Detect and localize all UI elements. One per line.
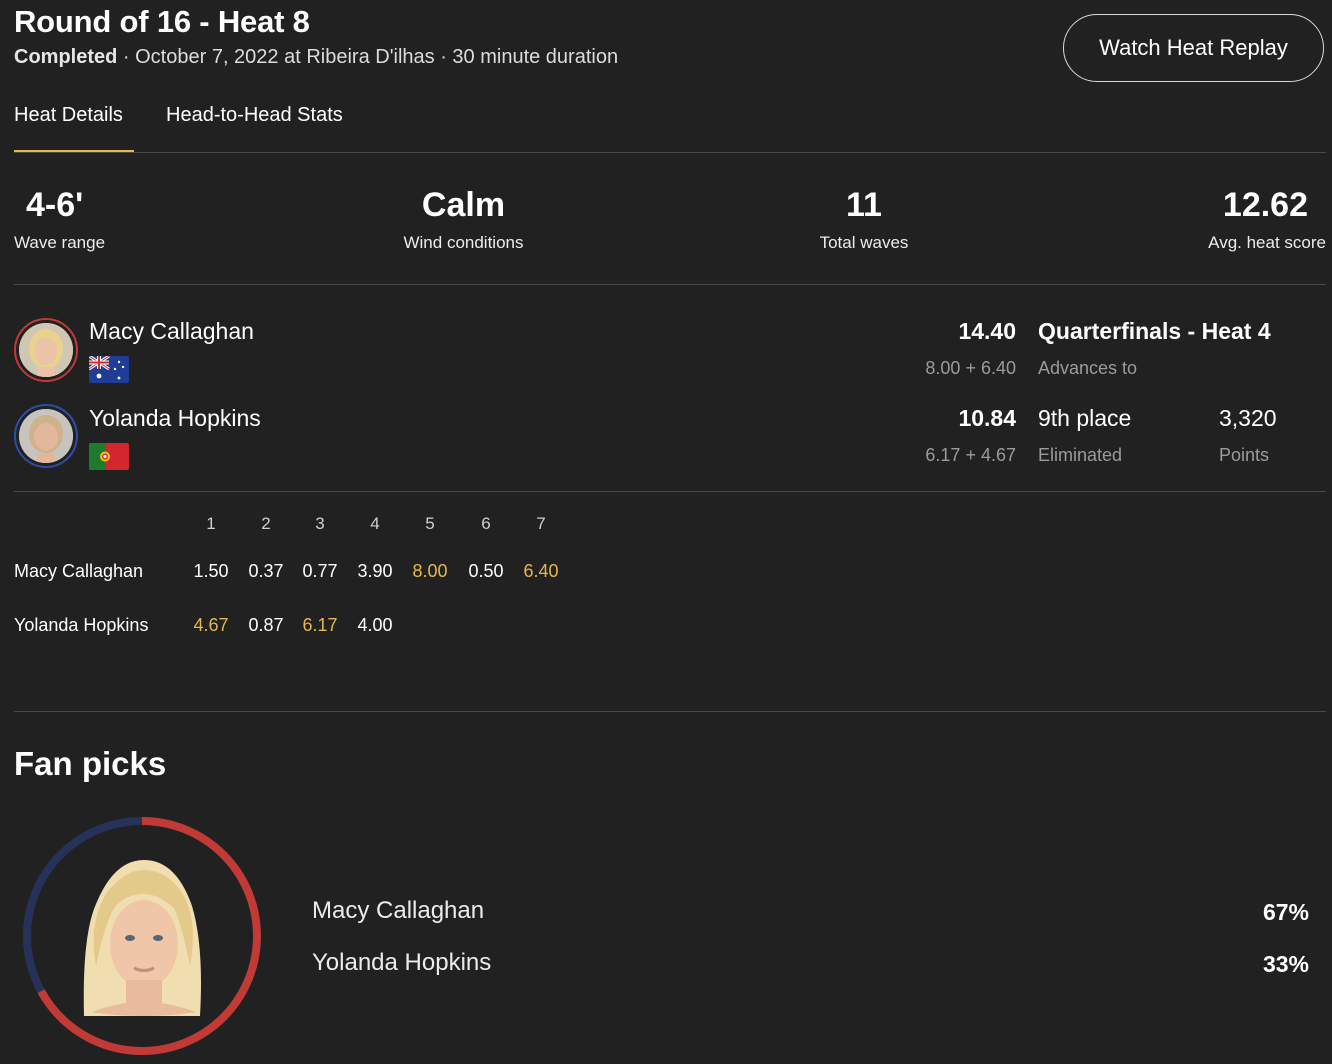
heat-status: Completed [14, 46, 118, 68]
wave-score[interactable]: 6.17 [292, 615, 348, 636]
wave-header: 5 [425, 514, 435, 533]
tab-head-to-head-stats[interactable]: Head-to-Head Stats [166, 104, 343, 127]
athlete-total-macy: 14.40 [958, 318, 1016, 344]
wave-range-value: 4-6' [26, 186, 84, 224]
wave-header: 6 [481, 514, 491, 533]
wave-header: 2 [261, 514, 271, 533]
athlete-result-macy: Quarterfinals - Heat 4 [1038, 318, 1271, 344]
wave-header: 7 [536, 514, 546, 533]
wave-score[interactable]: 1.50 [183, 561, 239, 582]
fan-picks-title: Fan picks [14, 745, 167, 782]
avatar-photo-macy [19, 323, 73, 377]
athlete-breakdown-yolanda: 6.17 + 4.67 [925, 445, 1016, 465]
wave-score[interactable]: 4.00 [347, 615, 403, 636]
wave-score[interactable]: 8.00 [402, 561, 458, 582]
athlete-total-yolanda: 10.84 [958, 405, 1016, 431]
heat-subtitle: Completed · October 7, 2022 at Ribeira D… [14, 46, 618, 69]
wave-score[interactable]: 6.40 [513, 561, 569, 582]
fan-pick-portrait [83, 860, 201, 1016]
wave-row-name: Yolanda Hopkins [14, 615, 149, 635]
fan-pick-name-yolanda: Yolanda Hopkins [312, 949, 492, 976]
wave-header: 1 [206, 514, 216, 533]
wave-score[interactable]: 0.77 [292, 561, 348, 582]
athlete-avatar-macy[interactable] [14, 318, 78, 382]
athlete-breakdown-macy: 8.00 + 6.40 [925, 358, 1016, 378]
watch-replay-button[interactable]: Watch Heat Replay [1063, 14, 1324, 82]
wave-score[interactable]: 4.67 [183, 615, 239, 636]
heat-title: Round of 16 - Heat 8 [14, 4, 310, 39]
athletes-divider [14, 491, 1326, 492]
wind-conditions-label: Wind conditions [403, 233, 524, 252]
stats-divider [14, 284, 1326, 285]
tabs-divider [14, 152, 1326, 153]
fan-pick-name-macy: Macy Callaghan [312, 897, 485, 924]
wave-score[interactable]: 3.90 [347, 561, 403, 582]
athlete-name-yolanda[interactable]: Yolanda Hopkins [89, 405, 261, 432]
wave-header: 4 [370, 514, 380, 533]
athlete-result-yolanda: 9th place [1038, 405, 1132, 431]
avg-heat-score-label: Avg. heat score [1208, 233, 1326, 252]
athlete-points-label-yolanda: Points [1219, 445, 1270, 465]
wind-conditions-value: Calm [421, 186, 506, 224]
total-waves-label: Total waves [819, 233, 909, 252]
fan-pick-pct-yolanda: 33% [1262, 951, 1309, 977]
australia-flag-icon [89, 356, 129, 383]
wave-range-label: Wave range [14, 233, 106, 252]
avatar-photo-yolanda [19, 409, 73, 463]
portugal-flag-icon [89, 443, 129, 470]
athlete-avatar-yolanda[interactable] [14, 404, 78, 468]
wave-score[interactable]: 0.37 [238, 561, 294, 582]
fan-picks-ring [23, 817, 261, 1055]
athlete-result-label-yolanda: Eliminated [1038, 445, 1123, 465]
wave-header: 3 [315, 514, 325, 533]
total-waves-value: 11 [846, 186, 882, 224]
wave-score[interactable]: 0.87 [238, 615, 294, 636]
wave-row-name: Macy Callaghan [14, 561, 144, 581]
wave-score[interactable]: 0.50 [458, 561, 514, 582]
avg-heat-score-value: 12.62 [1222, 186, 1308, 224]
athlete-result-label-macy: Advances to [1038, 358, 1138, 378]
fan-pick-pct-macy: 67% [1262, 899, 1309, 925]
waves-divider [14, 711, 1326, 712]
heat-details: · October 7, 2022 at Ribeira D'ilhas · 3… [117, 46, 619, 68]
tab-heat-details[interactable]: Heat Details [14, 104, 123, 127]
athlete-points-yolanda: 3,320 [1219, 405, 1277, 431]
avatar [19, 323, 73, 377]
avatar [19, 409, 73, 463]
athlete-name-macy[interactable]: Macy Callaghan [89, 318, 254, 345]
